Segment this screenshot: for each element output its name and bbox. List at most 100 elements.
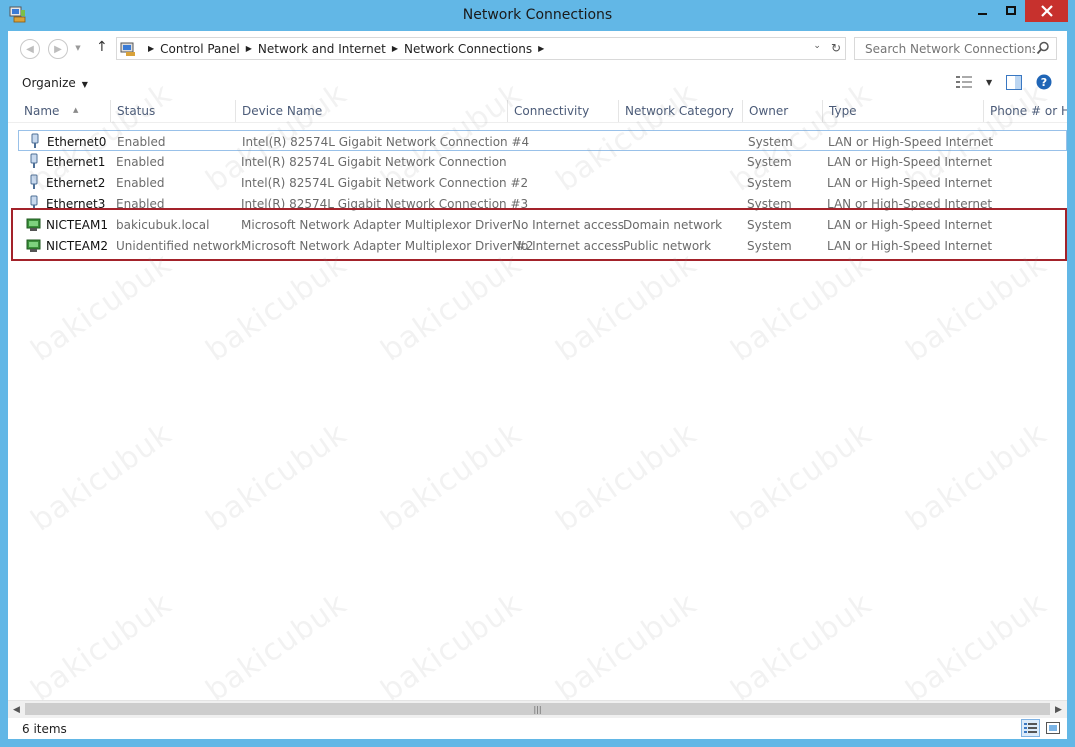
row-connectivity: No Internet access [512, 239, 625, 253]
table-row[interactable]: Ethernet0 Enabled Intel(R) 82574L Gigabi… [18, 130, 1067, 151]
address-bar[interactable]: ▶ Control Panel ▶ Network and Internet ▶… [116, 37, 846, 60]
recent-locations-button[interactable]: ▼ [72, 39, 84, 57]
scroll-right-icon[interactable]: ▶ [1050, 701, 1067, 718]
row-type: LAN or High-Speed Internet [827, 176, 993, 190]
row-name: NICTEAM1 [46, 218, 109, 232]
control-panel-icon [120, 42, 135, 56]
window-title: Network Connections [462, 7, 613, 23]
back-button[interactable]: ◀ [20, 39, 40, 59]
row-status: Enabled [116, 176, 165, 190]
row-category: Public network [623, 239, 712, 253]
details-view-icon [1024, 722, 1037, 733]
minimize-button[interactable] [969, 0, 997, 22]
svg-text:?: ? [1041, 76, 1047, 89]
column-name-label: Name [24, 104, 60, 118]
large-icons-view-icon [1045, 722, 1060, 734]
organize-label: Organize [22, 76, 76, 90]
row-name: Ethernet0 [47, 135, 107, 149]
scroll-left-icon[interactable]: ◀ [8, 701, 25, 718]
details-view-button[interactable] [1021, 719, 1040, 737]
row-device: Intel(R) 82574L Gigabit Network Connecti… [241, 176, 529, 190]
scrollbar-thumb[interactable]: ||| [25, 703, 1050, 715]
change-view-icon[interactable] [956, 75, 972, 89]
back-arrow-icon: ◀ [26, 43, 34, 55]
table-row[interactable]: Ethernet3 Enabled Intel(R) 82574L Gigabi… [18, 193, 1067, 214]
title-bar[interactable]: Network Connections [0, 0, 1075, 30]
column-header-device-name[interactable]: Device Name [236, 100, 508, 122]
view-dropdown-icon[interactable]: ▼ [986, 78, 992, 87]
up-arrow-icon: ↑ [96, 39, 108, 55]
row-name: Ethernet1 [46, 155, 106, 169]
row-device: Microsoft Network Adapter Multiplexor Dr… [241, 239, 534, 253]
row-owner: System [747, 155, 792, 169]
column-header-owner[interactable]: Owner [743, 100, 823, 122]
table-row[interactable]: NICTEAM2 Unidentified network Microsoft … [18, 235, 1067, 256]
table-row[interactable]: NICTEAM1 bakicubuk.local Microsoft Netwo… [18, 214, 1067, 235]
help-icon[interactable]: ? [1036, 74, 1052, 90]
row-device: Intel(R) 82574L Gigabit Network Connecti… [241, 155, 507, 169]
refresh-icon[interactable]: ↻ [831, 41, 841, 55]
close-button[interactable] [1025, 0, 1068, 22]
maximize-button[interactable] [997, 0, 1025, 22]
row-owner: System [748, 135, 793, 149]
address-dropdown-icon[interactable]: ⌄ [813, 41, 821, 55]
row-status: Enabled [116, 155, 165, 169]
search-box[interactable] [854, 37, 1057, 60]
preview-pane-icon[interactable] [1006, 74, 1023, 90]
column-header-row: Name ▲ Status Device Name Connectivity N… [8, 100, 1067, 123]
row-name: Ethernet2 [46, 176, 106, 190]
column-header-phone[interactable]: Phone # or Ho [984, 100, 1067, 122]
row-name: Ethernet3 [46, 197, 106, 211]
row-type: LAN or High-Speed Internet [828, 135, 994, 149]
network-connected-icon [26, 218, 41, 231]
row-status: Enabled [117, 135, 166, 149]
breadcrumb-control-panel[interactable]: Control Panel [160, 42, 240, 56]
large-icons-view-button[interactable] [1043, 719, 1062, 737]
row-owner: System [747, 218, 792, 232]
ethernet-icon [30, 153, 38, 168]
row-category: Domain network [623, 218, 723, 232]
maximize-icon [1005, 6, 1016, 15]
breadcrumb-network-connections[interactable]: Network Connections [404, 42, 532, 56]
command-bar: Organize ▼ ▼ ? [8, 68, 1067, 98]
breadcrumb-separator-icon[interactable]: ▶ [538, 44, 544, 53]
sort-ascending-icon: ▲ [73, 106, 79, 114]
row-device: Microsoft Network Adapter Multiplexor Dr… [241, 218, 512, 232]
breadcrumb-separator-icon[interactable]: ▶ [246, 44, 252, 53]
item-count: 6 items [22, 722, 67, 736]
table-row[interactable]: Ethernet2 Enabled Intel(R) 82574L Gigabi… [18, 172, 1067, 193]
row-owner: System [747, 197, 792, 211]
breadcrumb-network-and-internet[interactable]: Network and Internet [258, 42, 386, 56]
column-header-type[interactable]: Type [823, 100, 984, 122]
search-input[interactable] [863, 40, 1037, 57]
row-device: Intel(R) 82574L Gigabit Network Connecti… [242, 135, 530, 149]
explorer-client-area: ◀ ▶ ▼ ↑ ▶ Control Panel ▶ Network and In… [8, 31, 1067, 739]
row-device: Intel(R) 82574L Gigabit Network Connecti… [241, 197, 529, 211]
forward-button[interactable]: ▶ [48, 39, 68, 59]
column-header-connectivity[interactable]: Connectivity [508, 100, 619, 122]
chevron-down-icon: ▼ [81, 80, 88, 89]
table-row[interactable]: Ethernet1 Enabled Intel(R) 82574L Gigabi… [18, 151, 1067, 172]
row-type: LAN or High-Speed Internet [827, 239, 993, 253]
column-header-status[interactable]: Status [111, 100, 236, 122]
row-owner: System [747, 239, 792, 253]
search-icon[interactable] [1036, 41, 1050, 55]
organize-menu-button[interactable]: Organize ▼ [22, 76, 88, 90]
address-actions: ⌄ ↻ [813, 41, 841, 55]
status-bar: 6 items [8, 718, 1067, 739]
column-header-name[interactable]: Name ▲ [18, 100, 111, 122]
minimize-icon [978, 13, 987, 15]
row-status: Enabled [116, 197, 165, 211]
window-frame: Network Connections ◀ ▶ ▼ ↑ ▶ Control Pa… [0, 0, 1075, 747]
breadcrumb-separator-icon[interactable]: ▶ [148, 44, 154, 53]
chevron-down-icon: ▼ [75, 44, 81, 52]
row-status: Unidentified network [116, 239, 242, 253]
up-button[interactable]: ↑ [96, 39, 108, 55]
view-options: ▼ ? [956, 74, 1052, 90]
column-header-network-category[interactable]: Network Category [619, 100, 743, 122]
network-connected-icon [26, 239, 41, 252]
horizontal-scrollbar[interactable]: ◀ ||| ▶ [8, 700, 1067, 718]
breadcrumb-separator-icon[interactable]: ▶ [392, 44, 398, 53]
close-icon [1040, 5, 1053, 17]
navigation-bar: ◀ ▶ ▼ ↑ ▶ Control Panel ▶ Network and In… [8, 31, 1067, 65]
